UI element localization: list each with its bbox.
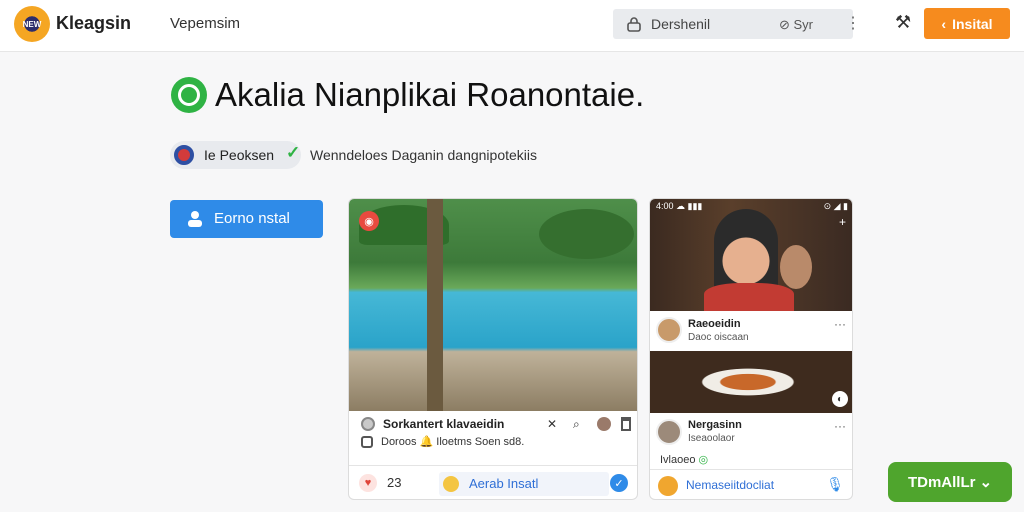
app-icon bbox=[443, 476, 459, 492]
search-bar[interactable]: Dershenil ⊘ Syr ⋮ bbox=[613, 9, 861, 39]
search-hint[interactable]: ⊘ Syr bbox=[779, 17, 813, 33]
food-image: ◐ bbox=[650, 351, 852, 413]
post-author: Nergasinn bbox=[688, 419, 742, 431]
install-button[interactable]: Eorno nstal bbox=[170, 200, 323, 238]
app-badge-icon: ◉ bbox=[359, 211, 379, 231]
card-footer: Nemaseiitdocliat 🎙 bbox=[650, 469, 852, 499]
add-icon[interactable]: + bbox=[839, 215, 846, 229]
tools-icon[interactable]: ⚒ bbox=[895, 12, 917, 36]
nav-link[interactable]: Vepemsim bbox=[170, 15, 240, 32]
brand-name[interactable]: Kleagsin bbox=[56, 13, 131, 34]
fab-label: TDmAllLr bbox=[907, 473, 976, 491]
more-icon[interactable]: ··· bbox=[834, 419, 846, 433]
trash-icon[interactable] bbox=[621, 417, 631, 431]
avatar[interactable] bbox=[597, 417, 611, 431]
more-options-icon[interactable]: ⋮ bbox=[845, 13, 861, 33]
subtitle: Wenndeloes Daganin dangnipotekiis bbox=[310, 147, 538, 163]
whatsapp-icon bbox=[171, 77, 207, 113]
post-caption: Ivlaoeo ◎ bbox=[660, 454, 709, 466]
post-subtitle: Doroos 🔔 Iloetms Soen sd8. bbox=[361, 435, 524, 449]
app-icon bbox=[658, 476, 678, 496]
post-author: Raeoeidin bbox=[688, 318, 741, 330]
top-bar: NEW Kleagsin Vepemsim Dershenil ⊘ Syr ⋮ … bbox=[0, 0, 1024, 52]
install-button-top[interactable]: ‹ Insital bbox=[924, 8, 1010, 39]
screenshot-card-pool[interactable]: ◉ Sorkantert klavaeidin ✕ ⌕ Doroos 🔔 Ilo… bbox=[348, 198, 638, 500]
heart-icon[interactable]: ♥ bbox=[359, 474, 377, 492]
post-subtitle: Iseaoolaor bbox=[688, 433, 735, 444]
page-icon bbox=[361, 436, 373, 449]
more-icon[interactable]: ··· bbox=[834, 317, 846, 331]
chevron-down-icon: ⌄ bbox=[979, 474, 993, 491]
back-arrow-icon: ‹ bbox=[941, 15, 947, 32]
floating-action-button[interactable]: TDmAllLr ⌄ bbox=[888, 462, 1012, 502]
footer-label[interactable]: Nemaseiitdocliat bbox=[686, 478, 774, 492]
selfie-image: 4:00 ☁ ▮▮▮ ⊙ ◢ ▮ + bbox=[650, 199, 852, 311]
publisher-pill[interactable]: Ie Peoksen ✓ bbox=[170, 141, 301, 169]
list-item[interactable]: Nergasinn Iseaoolaor ··· bbox=[650, 413, 852, 451]
search-icon[interactable]: ⌕ bbox=[573, 417, 580, 432]
install-button-label: Eorno nstal bbox=[214, 210, 290, 227]
install-label: Insital bbox=[952, 15, 993, 32]
status-bar-right: ⊙ ◢ ▮ bbox=[823, 201, 848, 211]
leaf-icon: ◎ bbox=[698, 454, 709, 466]
screenshot-card-feed[interactable]: 4:00 ☁ ▮▮▮ ⊙ ◢ ▮ + Raeoeidin Daoc oiscaa… bbox=[649, 198, 853, 500]
person-icon bbox=[188, 211, 202, 227]
card-footer: ♥ 23 Aerab Insatl ✓ bbox=[349, 465, 637, 499]
brand-logo[interactable]: NEW bbox=[14, 6, 50, 42]
check-icon[interactable]: ✓ bbox=[610, 474, 628, 492]
verified-check-icon: ✓ bbox=[286, 143, 301, 162]
flag-icon bbox=[174, 145, 194, 165]
install-chip-label: Aerab Insatl bbox=[469, 476, 539, 491]
post-meta: Sorkantert klavaeidin ✕ ⌕ bbox=[361, 417, 637, 435]
post-subtitle: Daoc oiscaan bbox=[688, 332, 749, 343]
publisher-label: Ie Peoksen bbox=[204, 147, 275, 163]
lock-icon bbox=[627, 17, 641, 32]
close-icon[interactable]: ✕ bbox=[547, 417, 557, 431]
search-hint-text: Syr bbox=[793, 17, 814, 32]
status-bar-left: 4:00 ☁ ▮▮▮ bbox=[656, 201, 703, 211]
post-title: Sorkantert klavaeidin bbox=[383, 417, 505, 431]
search-input[interactable]: Dershenil bbox=[651, 16, 710, 32]
page-title: Akalia Nianplikai Roanontaie. bbox=[215, 76, 645, 113]
avatar bbox=[361, 417, 375, 431]
install-chip[interactable]: Aerab Insatl bbox=[439, 472, 609, 496]
pool-image: ◉ bbox=[349, 199, 637, 411]
avatar bbox=[656, 419, 682, 445]
mic-icon[interactable]: 🎙 bbox=[826, 476, 844, 493]
avatar bbox=[656, 317, 682, 343]
video-icon[interactable]: ◐ bbox=[832, 391, 848, 407]
logo-text: NEW bbox=[22, 19, 42, 29]
like-count: 23 bbox=[387, 475, 402, 490]
list-item[interactable]: Raeoeidin Daoc oiscaan ··· bbox=[650, 311, 852, 349]
